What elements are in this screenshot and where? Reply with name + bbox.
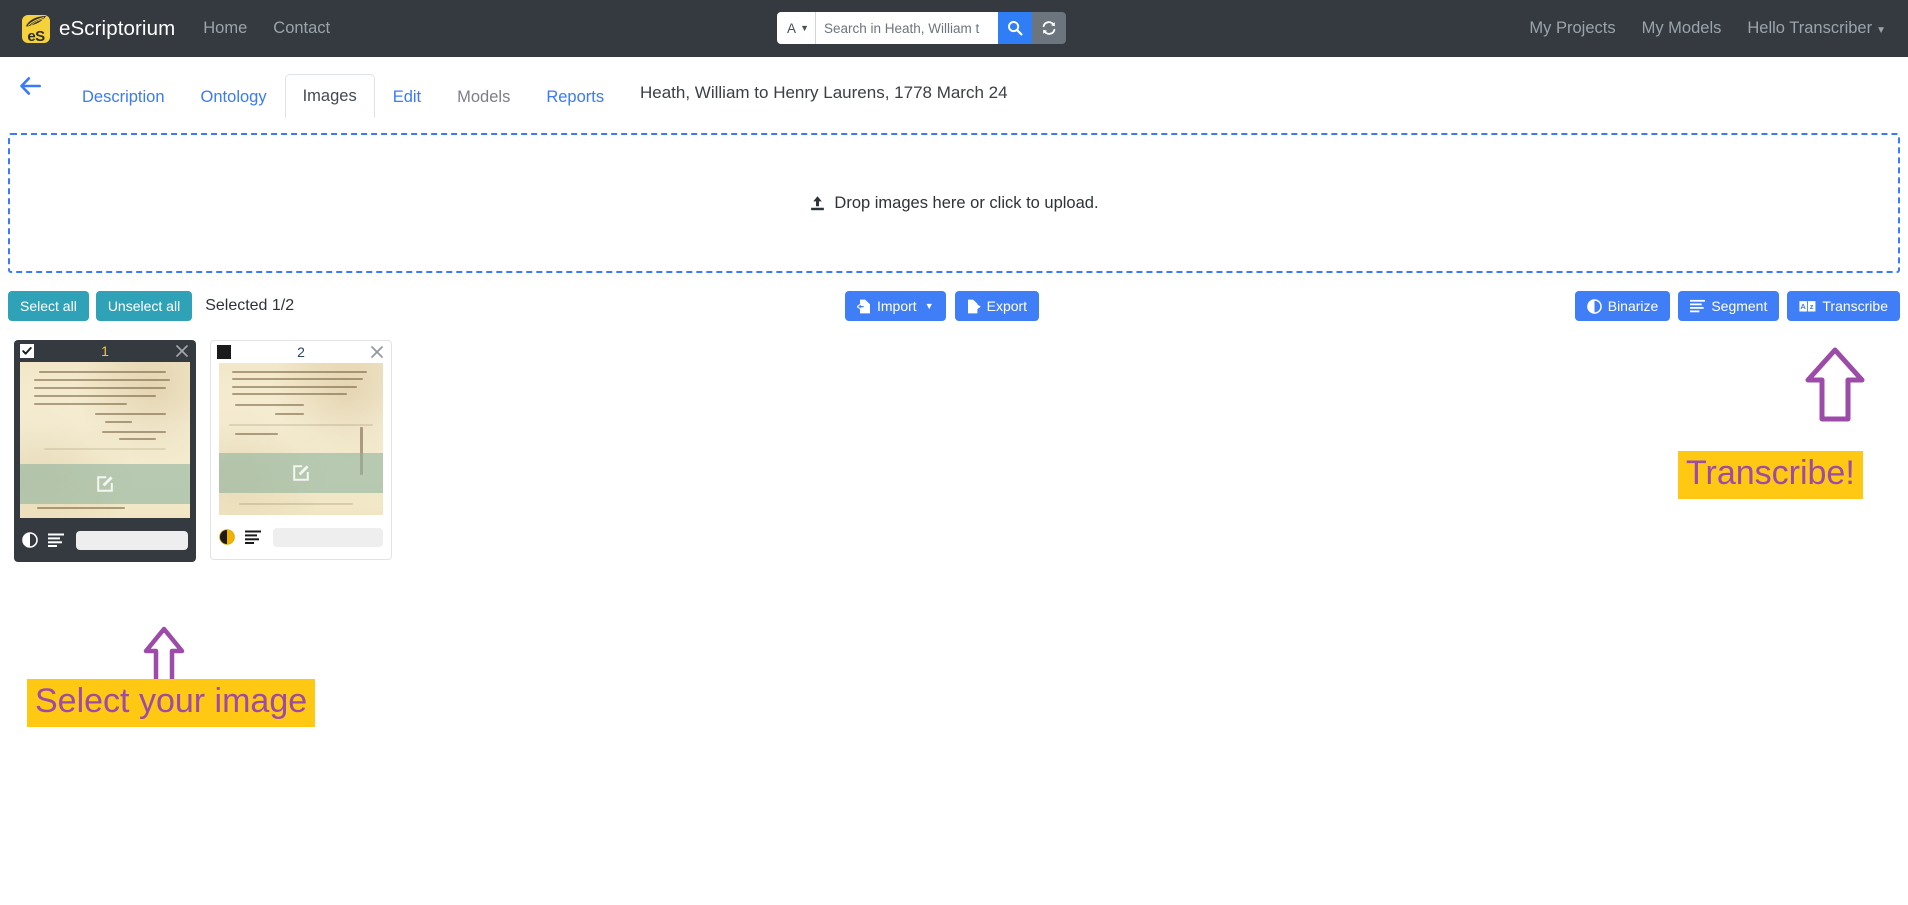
nav-right-links: My Projects My Models Hello Transcriber ▼	[1529, 0, 1886, 57]
tab-edit[interactable]: Edit	[375, 75, 439, 118]
edit-pencil-icon	[293, 465, 309, 481]
refresh-button[interactable]	[1032, 12, 1066, 44]
nav-link-my-projects[interactable]: My Projects	[1529, 19, 1615, 38]
card-header: 1	[14, 340, 196, 362]
transcribe-label: Transcribe	[1822, 298, 1888, 314]
select-all-button[interactable]: Select all	[8, 291, 89, 321]
edit-pencil-icon	[97, 476, 113, 492]
card-thumbnail[interactable]	[219, 363, 383, 515]
tab-models[interactable]: Models	[439, 75, 528, 118]
export-label: Export	[986, 298, 1028, 314]
svg-text:A: A	[1801, 301, 1807, 310]
page-title: Heath, William to Henry Laurens, 1778 Ma…	[640, 83, 1008, 102]
transcribe-annotation-arrow	[1805, 347, 1865, 422]
user-menu-dropdown[interactable]: Hello Transcriber ▼	[1747, 19, 1886, 38]
export-icon	[967, 299, 981, 313]
dropzone-label: Drop images here or click to upload.	[834, 193, 1099, 212]
card-checkbox[interactable]	[217, 345, 231, 359]
image-cards-list: 1 2	[0, 340, 1908, 562]
back-arrow-icon[interactable]	[18, 73, 44, 99]
toolbar-left: Select all Unselect all Selected 1/2	[8, 291, 294, 321]
card-checkbox[interactable]	[20, 344, 34, 358]
close-icon	[176, 345, 188, 357]
import-label: Import	[877, 298, 917, 314]
brand-logo-link[interactable]: eS eScriptorium	[22, 14, 176, 43]
translate-icon: A z	[1799, 300, 1816, 312]
escriptorium-logo-icon: eS	[22, 14, 50, 43]
nav-link-my-models[interactable]: My Models	[1642, 19, 1722, 38]
refresh-icon	[1042, 21, 1056, 35]
image-dropzone[interactable]: Drop images here or click to upload.	[8, 133, 1900, 273]
card-footer	[14, 518, 196, 562]
card-segment-toggle[interactable]	[245, 530, 261, 544]
chevron-down-icon: ▼	[924, 301, 934, 311]
card-binarize-toggle[interactable]	[22, 532, 38, 548]
contrast-icon	[22, 532, 38, 548]
segment-button[interactable]: Segment	[1678, 291, 1780, 321]
search-input[interactable]	[816, 12, 998, 44]
contrast-icon	[219, 529, 235, 545]
svg-text:z: z	[1810, 301, 1814, 310]
edit-overlay-band[interactable]	[20, 464, 190, 504]
nav-link-home[interactable]: Home	[203, 19, 247, 38]
quill-icon	[26, 15, 46, 26]
upload-icon	[811, 195, 825, 210]
search-icon	[1008, 21, 1023, 36]
card-progress-bar	[273, 527, 383, 547]
card-binarize-toggle[interactable]	[219, 529, 235, 545]
chevron-down-icon: ▼	[1876, 25, 1886, 36]
check-icon	[22, 347, 32, 355]
search-button[interactable]	[998, 12, 1032, 44]
card-progress-bar	[76, 530, 188, 550]
lines-icon	[245, 530, 261, 544]
search-group: A ▼	[777, 12, 1066, 44]
edit-overlay-band[interactable]	[219, 453, 383, 493]
tabs-row: Description Ontology Images Edit Models …	[0, 57, 1908, 118]
document-tabs: Description Ontology Images Edit Models …	[64, 73, 622, 118]
export-button[interactable]: Export	[954, 291, 1040, 321]
segment-label: Segment	[1711, 298, 1768, 314]
toolbar-right: Binarize Segment A z Transcribe	[1574, 291, 1900, 321]
toolbar-center: Import ▼ Export	[845, 291, 1040, 321]
card-thumbnail-wrap	[219, 363, 383, 515]
import-icon	[857, 299, 870, 313]
import-button[interactable]: Import ▼	[845, 291, 946, 321]
images-toolbar: Select all Unselect all Selected 1/2 Imp…	[0, 291, 1908, 325]
transcribe-annotation-label: Transcribe!	[1678, 451, 1863, 499]
card-footer	[211, 515, 391, 559]
nav-links: Home Contact	[203, 19, 330, 38]
card-number: 2	[297, 344, 305, 360]
tab-description[interactable]: Description	[64, 75, 183, 118]
top-navbar: eS eScriptorium Home Contact A ▼ Search …	[0, 0, 1908, 57]
unselect-all-button[interactable]: Unselect all	[95, 291, 193, 321]
image-card[interactable]: 1	[14, 340, 196, 562]
image-card[interactable]: 2	[210, 340, 392, 560]
card-thumbnail[interactable]	[20, 362, 190, 518]
tab-images[interactable]: Images	[284, 74, 375, 118]
tab-reports[interactable]: Reports	[528, 75, 622, 118]
card-close-button[interactable]	[174, 343, 190, 359]
select-image-annotation-label: Select your image	[27, 679, 316, 727]
contrast-icon	[1586, 298, 1602, 314]
tab-ontology[interactable]: Ontology	[183, 75, 285, 118]
search-scope-wrap: A ▼	[777, 12, 815, 44]
binarize-label: Binarize	[1607, 298, 1659, 314]
transcribe-button[interactable]: A z Transcribe	[1787, 291, 1900, 321]
lines-icon	[48, 533, 64, 547]
card-segment-toggle[interactable]	[48, 533, 64, 547]
binarize-button[interactable]: Binarize	[1574, 291, 1671, 321]
card-number: 1	[101, 343, 109, 359]
card-thumbnail-wrap	[20, 362, 190, 518]
brand-name: eScriptorium	[59, 16, 176, 40]
close-icon	[371, 346, 383, 358]
card-header: 2	[211, 341, 391, 363]
card-close-button[interactable]	[369, 344, 385, 360]
logo-letters: eS	[27, 27, 45, 43]
nav-link-contact[interactable]: Contact	[273, 19, 330, 38]
lines-icon	[1690, 299, 1706, 313]
user-menu-label: Hello Transcriber	[1747, 19, 1873, 37]
selected-count-label: Selected 1/2	[205, 297, 295, 314]
search-scope-select[interactable]: A	[777, 12, 815, 44]
